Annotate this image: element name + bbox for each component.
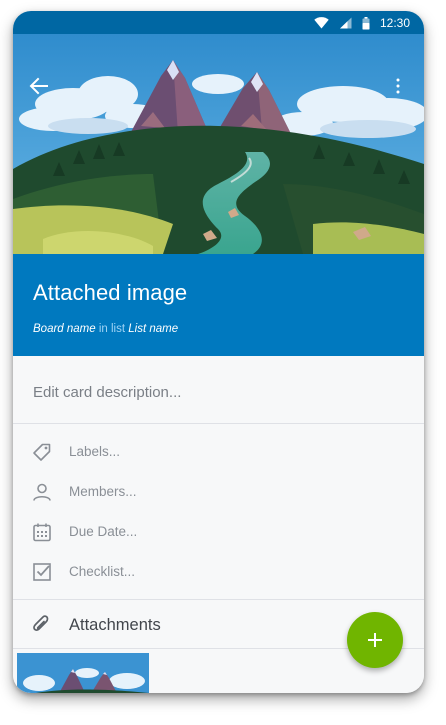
battery-icon — [362, 16, 370, 30]
device-screen: 12:30 Attached image Board name in list … — [13, 11, 424, 693]
card-title[interactable]: Attached image — [33, 280, 187, 306]
signal-icon — [339, 17, 352, 29]
card-cover-image — [13, 34, 424, 254]
due-date-row[interactable]: Due Date... — [13, 512, 424, 552]
attachment-thumbnail[interactable] — [17, 653, 149, 693]
status-bar: 12:30 — [13, 11, 424, 34]
person-icon — [33, 483, 51, 501]
attachments-label: Attachments — [69, 616, 161, 634]
arrow-left-icon — [29, 77, 48, 95]
add-attachment-fab[interactable] — [347, 612, 403, 668]
status-icons: 12:30 — [314, 14, 410, 32]
in-list-label: in list — [98, 323, 126, 335]
calendar-icon — [33, 523, 51, 542]
board-name[interactable]: Board name — [33, 323, 96, 335]
members-row[interactable]: Members... — [13, 472, 424, 512]
wifi-icon — [314, 17, 329, 29]
members-label: Members... — [69, 484, 137, 499]
card-header: Attached image Board name in list List n… — [13, 254, 424, 356]
description-placeholder: Edit card description... — [33, 384, 182, 401]
back-button[interactable] — [27, 74, 51, 98]
list-name[interactable]: List name — [128, 323, 178, 335]
status-time: 12:30 — [379, 16, 410, 30]
due-date-label: Due Date... — [69, 524, 138, 539]
card-location: Board name in list List name — [33, 323, 178, 335]
labels-label: Labels... — [69, 444, 121, 459]
plus-icon — [368, 633, 382, 647]
checklist-label: Checklist... — [69, 564, 136, 579]
paperclip-icon — [33, 615, 49, 631]
description-field[interactable]: Edit card description... — [13, 356, 424, 424]
tag-icon — [33, 443, 51, 461]
labels-row[interactable]: Labels... — [13, 432, 424, 472]
checkbox-icon — [33, 563, 51, 581]
checklist-row[interactable]: Checklist... — [13, 552, 424, 592]
more-options-button[interactable] — [386, 74, 410, 98]
more-vertical-icon — [396, 78, 400, 94]
